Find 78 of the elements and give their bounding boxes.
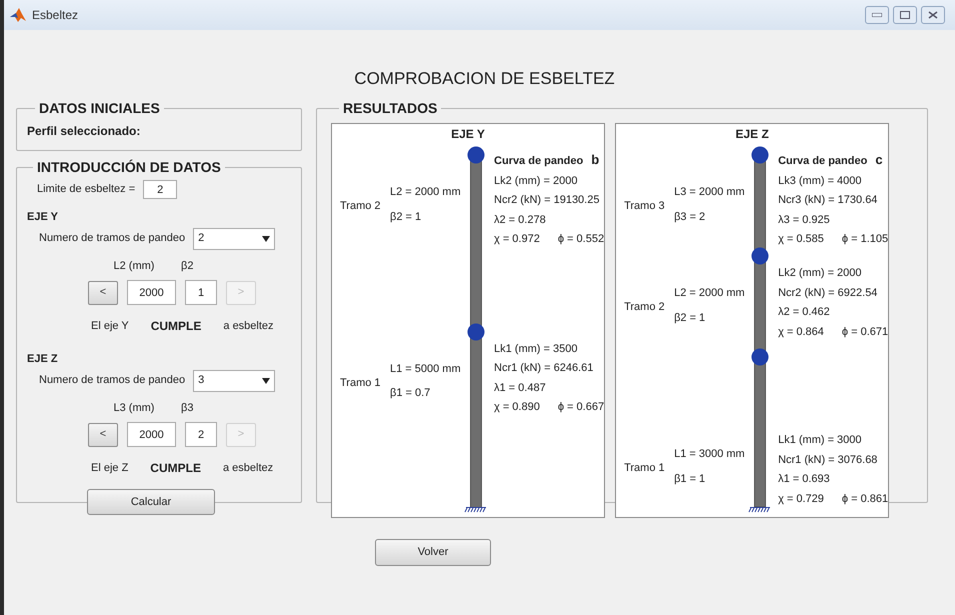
result-text: Ncr2 (kN) = 6922.54 [778,286,878,300]
window-title: Esbeltez [32,7,78,24]
axis-heading: EJE Z [27,352,59,367]
result-text: ϕ = 1.105 [842,232,888,247]
result-text: λ2 = 0.462 [778,305,831,320]
length-field[interactable]: 2000 [127,422,176,447]
beta-text: β2 = 1 [674,310,706,326]
column-label: L2 (mm) [112,258,156,274]
result-text: Ncr3 (kN) = 1730.64 [778,193,878,208]
tramos-dropdown[interactable]: 2 [193,228,276,250]
curve-label: Curva de pandeo [778,154,868,169]
result-text: Lk2 (mm) = 2000 [778,266,863,281]
status-text: El eje Z [91,460,128,476]
result-text: ϕ = 0.671 [842,324,888,340]
status-text: a esbeltez [222,460,274,476]
status-result: CUMPLE [150,460,201,477]
tramos-dropdown[interactable]: 3 [193,370,276,392]
group-title: INTRODUCCIÓN DE DATOS [36,158,222,177]
perfil-label: Perfil seleccionado: [27,124,140,138]
beta-text: β2 = 1 [390,210,422,224]
column-label: β3 [181,400,194,416]
curve-label: Curva de pandeo [494,154,584,169]
group-title: DATOS INICIALES [38,99,161,118]
calcular-button[interactable]: Calcular [87,489,215,515]
tramo-label: Tramo 2 [624,300,666,315]
field-label: Limite de esbeltez = [37,182,136,198]
result-text: Lk2 (mm) = 2000 [494,174,578,188]
length-text: L1 = 5000 mm [390,362,461,376]
length-text: L3 = 2000 mm [674,185,745,200]
length-field[interactable]: 2000 [127,280,176,305]
result-text: Ncr2 (kN) = 19130.25 [494,193,600,208]
result-text: ϕ = 0.861 [842,492,888,506]
axis-heading: EJE Y [27,210,59,225]
curve-value: c [875,151,883,169]
beta-field[interactable]: 1 [185,280,217,305]
result-text: Lk3 (mm) = 4000 [778,174,863,188]
page-heading: COMPROBACION DE ESBELTEZ [353,68,616,88]
result-text: χ = 0.585 [778,232,824,247]
tramo-label: Tramo 3 [624,199,666,214]
tramo-label: Tramo 2 [340,199,382,214]
result-text: Lk1 (mm) = 3500 [494,342,578,356]
result-text: λ3 = 0.925 [778,212,831,228]
length-text: L2 = 2000 mm [390,185,461,200]
status-result: CUMPLE [150,318,202,335]
group-title: RESULTADOS [342,99,438,118]
beta-text: β1 = 1 [674,472,706,486]
result-text: Ncr1 (kN) = 6246.61 [494,361,594,376]
result-text: ϕ = 0.667 [558,400,604,415]
status-text: El eje Y [91,318,129,334]
panel-title: EJE Z [734,126,770,142]
panel-title: EJE Y [450,126,486,142]
beta-field[interactable]: 2 [185,422,217,447]
limit-field[interactable]: 2 [143,180,178,199]
tramo-label: Tramo 1 [340,376,382,390]
status-text: a esbeltez [223,318,274,334]
tramo-label: Tramo 1 [624,461,666,476]
result-text: χ = 0.864 [778,324,824,340]
result-text: λ1 = 0.487 [494,380,547,396]
previous-button[interactable]: < [88,422,118,446]
field-label: Numero de tramos de pandeo [39,231,186,246]
field-label: Numero de tramos de pandeo [39,373,186,388]
column-label: L3 (mm) [112,400,156,416]
beta-text: β3 = 2 [674,210,706,224]
result-text: χ = 0.890 [494,400,540,415]
beta-text: β1 = 0.7 [390,386,432,401]
previous-button[interactable]: < [88,280,118,304]
volver-button[interactable]: Volver [375,539,491,566]
result-text: ϕ = 0.552 [558,232,604,247]
length-text: L2 = 2000 mm [674,286,745,301]
length-text: L1 = 3000 mm [674,447,745,462]
result-text: Ncr1 (kN) = 3076.68 [778,452,878,468]
curve-value: b [591,151,600,169]
result-text: χ = 0.972 [494,232,540,247]
result-text: Lk1 (mm) = 3000 [778,433,863,448]
result-text: λ1 = 0.693 [778,472,831,487]
column-label: β2 [181,258,194,274]
result-text: λ2 = 0.278 [494,212,547,228]
result-text: χ = 0.729 [778,492,824,506]
